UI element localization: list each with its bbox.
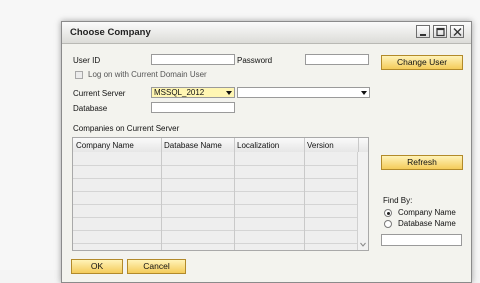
database-field[interactable] (151, 102, 235, 113)
companies-table[interactable]: Company Name Database Name Localization … (72, 137, 369, 251)
close-icon (453, 28, 462, 36)
close-button[interactable] (450, 25, 464, 38)
maximize-button[interactable] (433, 25, 447, 38)
find-by-company-name-label[interactable]: Company Name (398, 208, 456, 217)
find-by-database-name-label[interactable]: Database Name (398, 219, 456, 228)
ok-button[interactable]: OK (71, 259, 123, 274)
domain-user-checkbox[interactable] (75, 71, 83, 79)
row-divider (73, 178, 358, 179)
minimize-button[interactable] (416, 25, 430, 38)
column-divider (161, 138, 162, 250)
table-scrollbar[interactable] (357, 152, 368, 250)
user-id-field[interactable] (151, 54, 235, 65)
find-by-database-name-radio[interactable] (384, 220, 392, 228)
current-server-label: Current Server (73, 89, 126, 98)
database-label: Database (73, 104, 108, 113)
server-type-dropdown[interactable]: MSSQL_2012 (151, 87, 235, 98)
chevron-down-icon (360, 242, 366, 247)
maximize-icon (436, 27, 445, 37)
minimize-icon (420, 34, 426, 36)
row-divider (73, 165, 358, 166)
table-body (73, 152, 358, 250)
column-header-version[interactable]: Version (307, 141, 334, 150)
table-header: Company Name Database Name Localization … (73, 138, 368, 153)
scroll-arrows (360, 242, 366, 247)
find-by-company-name-radio[interactable] (384, 209, 392, 217)
column-divider (304, 138, 305, 250)
row-divider (73, 217, 358, 218)
chevron-down-icon (226, 91, 232, 95)
column-header-localization[interactable]: Localization (237, 141, 279, 150)
chevron-down-icon (361, 91, 367, 95)
server-name-dropdown[interactable] (237, 87, 370, 98)
column-divider (234, 138, 235, 250)
find-by-label: Find By: (383, 196, 413, 205)
domain-user-label: Log on with Current Domain User (88, 70, 207, 79)
row-divider (73, 243, 358, 244)
row-divider (73, 204, 358, 205)
refresh-button[interactable]: Refresh (381, 155, 463, 170)
column-header-database-name[interactable]: Database Name (164, 141, 222, 150)
row-divider (73, 230, 358, 231)
password-field[interactable] (305, 54, 369, 65)
title-bar[interactable]: Choose Company (62, 22, 471, 44)
row-divider (73, 191, 358, 192)
change-user-button[interactable]: Change User (381, 55, 463, 70)
companies-section-label: Companies on Current Server (73, 124, 180, 133)
column-header-company-name[interactable]: Company Name (76, 141, 134, 150)
find-by-search-input[interactable] (381, 234, 462, 246)
password-label: Password (237, 56, 273, 65)
dialog-title: Choose Company (70, 27, 151, 38)
cancel-button[interactable]: Cancel (127, 259, 186, 274)
choose-company-dialog: Choose Company User ID Password Change U… (61, 21, 472, 283)
user-id-label: User ID (73, 56, 101, 65)
